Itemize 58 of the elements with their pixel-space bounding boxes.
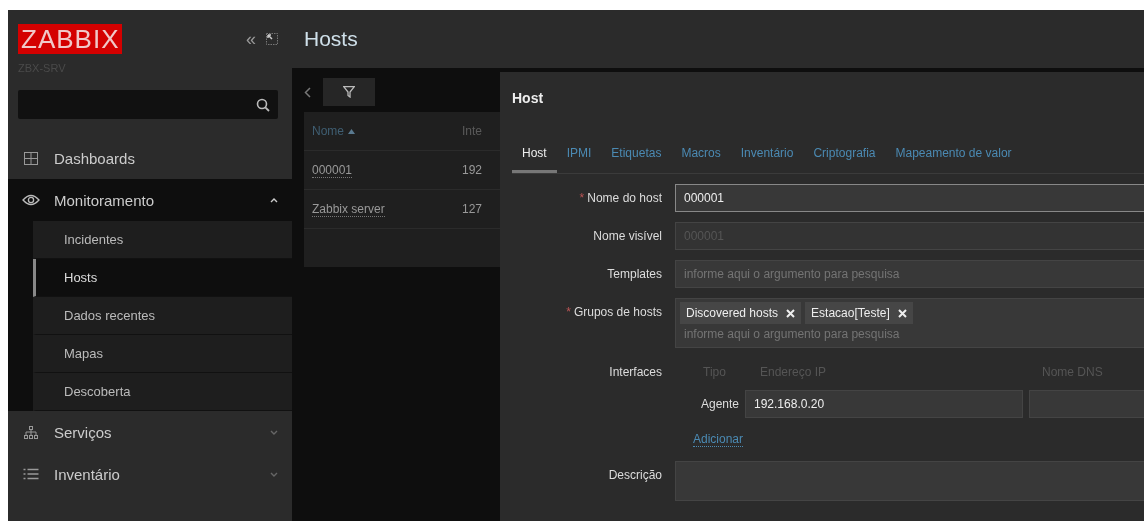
- required-mark: *: [579, 191, 585, 205]
- tab[interactable]: IPMI: [556, 146, 602, 173]
- menu-item[interactable]: Inventário: [8, 453, 292, 495]
- dns-field[interactable]: [1029, 390, 1144, 418]
- field-label: Nome visível: [593, 229, 662, 243]
- ip-field[interactable]: 192.168.0.20: [745, 390, 1023, 418]
- tab[interactable]: Macros: [671, 146, 731, 173]
- remove-icon[interactable]: [786, 308, 796, 318]
- field-label: Nome do host: [587, 191, 662, 205]
- tab[interactable]: Mapeamento de valor: [885, 146, 1022, 173]
- description-field[interactable]: [675, 461, 1144, 501]
- network-icon: [22, 425, 40, 439]
- multiselect-field[interactable]: Discovered hosts Estacao[Teste] informe aqui o argumento para pesquisa: [675, 298, 1144, 348]
- add-link[interactable]: Adicionar: [693, 432, 744, 447]
- interface-type: Agente: [699, 397, 739, 411]
- table-cell: 127: [462, 202, 483, 216]
- filter-icon: [343, 86, 355, 98]
- page-title: Hosts: [304, 27, 358, 51]
- group-tag: Estacao[Teste]: [805, 302, 913, 324]
- tab[interactable]: Host: [512, 146, 557, 173]
- host-link[interactable]: 000001: [312, 163, 353, 178]
- sort-up-icon: [348, 128, 355, 134]
- submenu-item[interactable]: Incidentes: [33, 221, 292, 259]
- search-field[interactable]: [18, 90, 278, 119]
- chevron-left-icon[interactable]: [304, 86, 311, 98]
- menu-item[interactable]: Monitoramento: [8, 179, 292, 221]
- field-label: Descrição: [608, 468, 662, 482]
- filter-button[interactable]: [323, 78, 375, 106]
- field-label: Templates: [607, 267, 662, 281]
- host-link[interactable]: Zabbix server: [312, 202, 385, 217]
- submenu-item[interactable]: Mapas: [33, 335, 292, 373]
- logo[interactable]: ZABBIX: [18, 24, 123, 54]
- tab[interactable]: Inventário: [730, 146, 804, 173]
- submenu-item[interactable]: Descoberta: [33, 373, 292, 411]
- field-label: Interfaces: [609, 365, 662, 379]
- caret-icon: [270, 197, 278, 203]
- tab[interactable]: Etiquetas: [601, 146, 672, 173]
- table-cell: 192: [462, 163, 483, 177]
- kiosk-mode-icon[interactable]: [266, 33, 278, 45]
- menu-item[interactable]: Serviços: [8, 411, 292, 453]
- field-placeholder: informe aqui o argumento para pesquisa: [683, 266, 901, 283]
- caret-icon: [270, 429, 278, 435]
- dialog-title: Host: [512, 90, 545, 106]
- field-placeholder: informe aqui o argumento para pesquisa: [683, 326, 901, 343]
- submenu-item[interactable]: Dados recentes: [33, 297, 292, 335]
- menu-item[interactable]: Dashboards: [8, 137, 292, 179]
- list-icon: [22, 468, 40, 480]
- eye-icon: [22, 194, 40, 206]
- remove-icon[interactable]: [897, 308, 907, 318]
- field-label: Grupos de hosts: [573, 305, 662, 319]
- tab[interactable]: Criptografia: [803, 146, 886, 173]
- text-field[interactable]: 000001: [675, 184, 1144, 212]
- dashboard-icon: [22, 151, 40, 165]
- required-mark: *: [566, 305, 571, 319]
- search-icon[interactable]: [256, 97, 270, 112]
- caret-icon: [270, 471, 278, 477]
- group-tag: Discovered hosts: [680, 302, 802, 324]
- collapse-button[interactable]: «: [246, 30, 256, 48]
